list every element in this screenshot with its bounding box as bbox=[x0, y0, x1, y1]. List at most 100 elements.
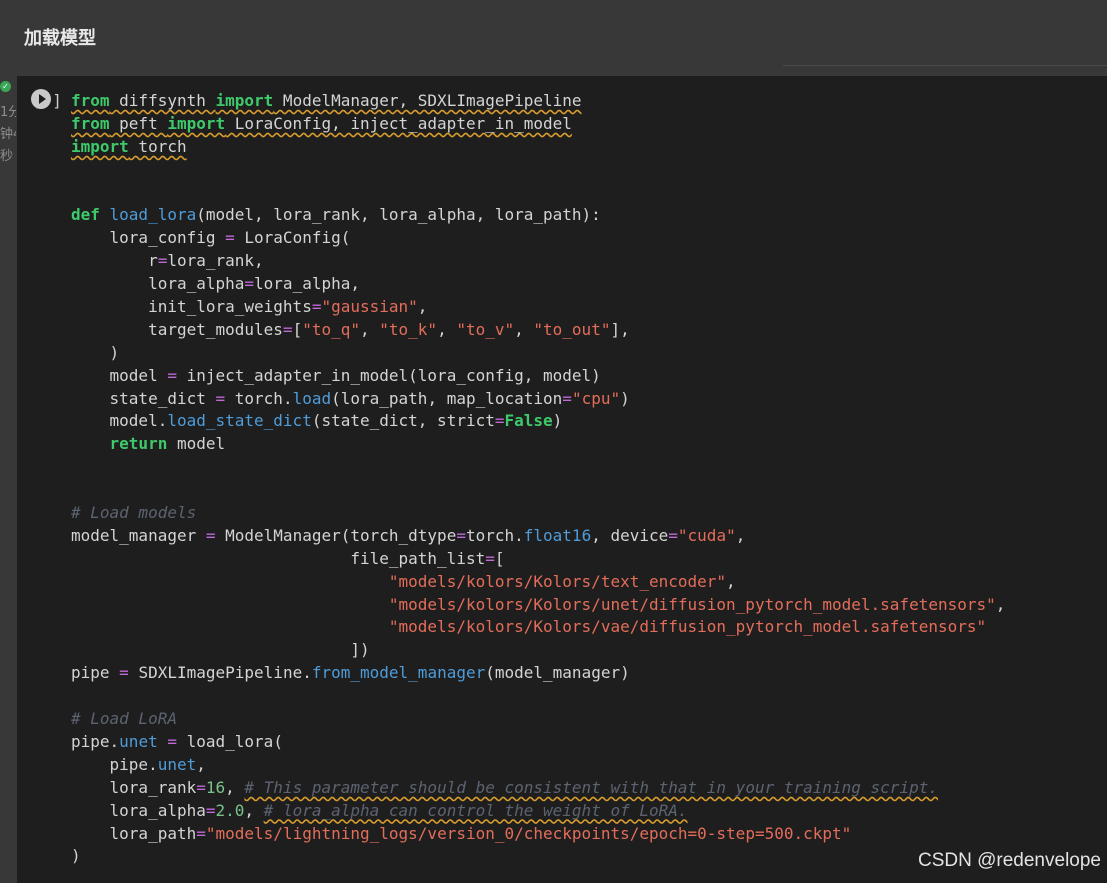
code-line: model_manager = ModelManager(torch_dtype… bbox=[71, 525, 1005, 548]
code-token: file_path_list bbox=[71, 548, 486, 568]
code-token: 16 bbox=[205, 777, 226, 797]
code-line: model.load_state_dict(state_dict, strict… bbox=[71, 410, 1005, 433]
code-token: = bbox=[205, 800, 216, 820]
code-line: def load_lora(model, lora_rank, lora_alp… bbox=[71, 204, 1005, 227]
code-line: lora_rank=16, # This parameter should be… bbox=[71, 777, 1005, 800]
code-token: ) bbox=[71, 846, 81, 866]
cell-gutter bbox=[0, 66, 17, 883]
run-cell-button[interactable] bbox=[31, 89, 51, 109]
code-token: from bbox=[71, 91, 110, 110]
code-line: model = inject_adapter_in_model(lora_con… bbox=[71, 365, 1005, 388]
code-token: peft bbox=[109, 113, 168, 133]
code-token: , bbox=[196, 754, 206, 774]
code-token: "to_k" bbox=[379, 319, 438, 339]
code-token: False bbox=[504, 411, 553, 431]
code-token: ) bbox=[552, 411, 563, 431]
code-line: lora_alpha=2.0, # lora_alpha can control… bbox=[71, 800, 1005, 823]
code-token: = bbox=[456, 525, 466, 545]
code-token: torch. bbox=[465, 525, 524, 545]
code-token: pipe. bbox=[71, 731, 120, 751]
code-token: = bbox=[215, 388, 226, 408]
code-token: "to_q" bbox=[302, 319, 360, 339]
code-token: # lora_alpha can control the weight of L… bbox=[263, 800, 688, 820]
code-line: # Load models bbox=[71, 502, 1005, 525]
success-check-icon: ✓ bbox=[0, 81, 11, 92]
code-token: return bbox=[71, 434, 168, 454]
code-token: , bbox=[225, 777, 245, 797]
code-token: [ bbox=[494, 548, 505, 568]
divider bbox=[783, 65, 1107, 66]
code-token: load_lora( bbox=[176, 731, 283, 751]
code-token: unet bbox=[119, 731, 158, 751]
code-line: lora_path="models/lightning_logs/version… bbox=[71, 823, 1005, 846]
code-token: "to_v" bbox=[456, 319, 515, 339]
code-token: lora_alpha, bbox=[254, 274, 360, 294]
code-token: , bbox=[417, 297, 428, 317]
code-token: # This parameter should be consistent wi… bbox=[244, 777, 938, 797]
code-line: "models/kolors/Kolors/vae/diffusion_pyto… bbox=[71, 616, 1005, 639]
code-token: = bbox=[244, 274, 255, 294]
code-line: state_dict = torch.load(lora_path, map_l… bbox=[71, 388, 1005, 411]
code-token: load_state_dict bbox=[167, 411, 312, 431]
code-token: = bbox=[282, 319, 293, 339]
code-token: from bbox=[71, 113, 110, 133]
code-token: "gaussian" bbox=[321, 297, 418, 317]
code-token: import bbox=[71, 136, 129, 156]
code-token: (lora_path, map_location bbox=[331, 388, 563, 408]
code-line: pipe = SDXLImagePipeline.from_model_mana… bbox=[71, 662, 1005, 685]
code-token: (model_manager) bbox=[485, 663, 630, 683]
code-line: ) bbox=[71, 845, 1005, 868]
code-token: ]) bbox=[71, 640, 370, 660]
code-token: lora_config bbox=[71, 228, 226, 248]
code-line: return model bbox=[71, 433, 1005, 456]
code-token: import bbox=[215, 91, 274, 110]
code-token: load bbox=[292, 388, 332, 408]
code-token: "cpu" bbox=[571, 388, 621, 408]
code-token: ) bbox=[71, 342, 120, 362]
code-token: lora_alpha bbox=[71, 800, 206, 820]
code-line: import torch bbox=[71, 136, 1005, 159]
code-token: target_modules bbox=[71, 319, 283, 339]
code-token: "to_out" bbox=[533, 319, 611, 339]
code-token: (model, lora_rank, lora_alpha, lora_path… bbox=[196, 205, 601, 225]
code-line: pipe.unet = load_lora( bbox=[71, 731, 1005, 754]
code-token: state_dict bbox=[71, 388, 216, 408]
code-token: init_lora_weights bbox=[71, 297, 312, 317]
code-line: file_path_list=[ bbox=[71, 548, 1005, 571]
code-token: , bbox=[244, 800, 264, 820]
code-token: 2.0 bbox=[215, 800, 245, 820]
code-token: LoraConfig( bbox=[234, 228, 351, 248]
code-editor[interactable]: from diffsynth import ModelManager, SDXL… bbox=[71, 90, 1005, 868]
code-line: from diffsynth import ModelManager, SDXL… bbox=[71, 90, 1005, 113]
code-token: unet bbox=[157, 754, 197, 774]
code-token: = bbox=[119, 663, 129, 683]
code-token: , bbox=[995, 594, 1006, 614]
code-token: lora_path bbox=[71, 823, 197, 843]
code-token: "models/kolors/Kolors/unet/diffusion_pyt… bbox=[388, 594, 996, 614]
code-token: def bbox=[71, 205, 110, 225]
code-token: , bbox=[735, 525, 746, 545]
section-title: 加载模型 bbox=[24, 28, 96, 49]
code-token: diffsynth bbox=[109, 91, 216, 110]
code-token: , bbox=[726, 571, 736, 591]
code-token: , bbox=[514, 319, 534, 339]
code-token: = bbox=[225, 228, 235, 248]
code-line: init_lora_weights="gaussian", bbox=[71, 296, 1005, 319]
code-line: r=lora_rank, bbox=[71, 250, 1005, 273]
code-token: lora_alpha bbox=[71, 274, 245, 294]
code-line: lora_alpha=lora_alpha, bbox=[71, 273, 1005, 296]
code-token: pipe. bbox=[71, 754, 158, 774]
code-token: # Load models bbox=[71, 503, 197, 523]
code-token: SDXLImagePipeline. bbox=[128, 663, 312, 683]
code-token: model_manager bbox=[71, 525, 206, 545]
code-token: from_model_manager bbox=[311, 663, 486, 683]
code-token: LoraConfig, inject_adapter_in_model bbox=[225, 113, 572, 133]
code-token: [ bbox=[292, 319, 303, 339]
